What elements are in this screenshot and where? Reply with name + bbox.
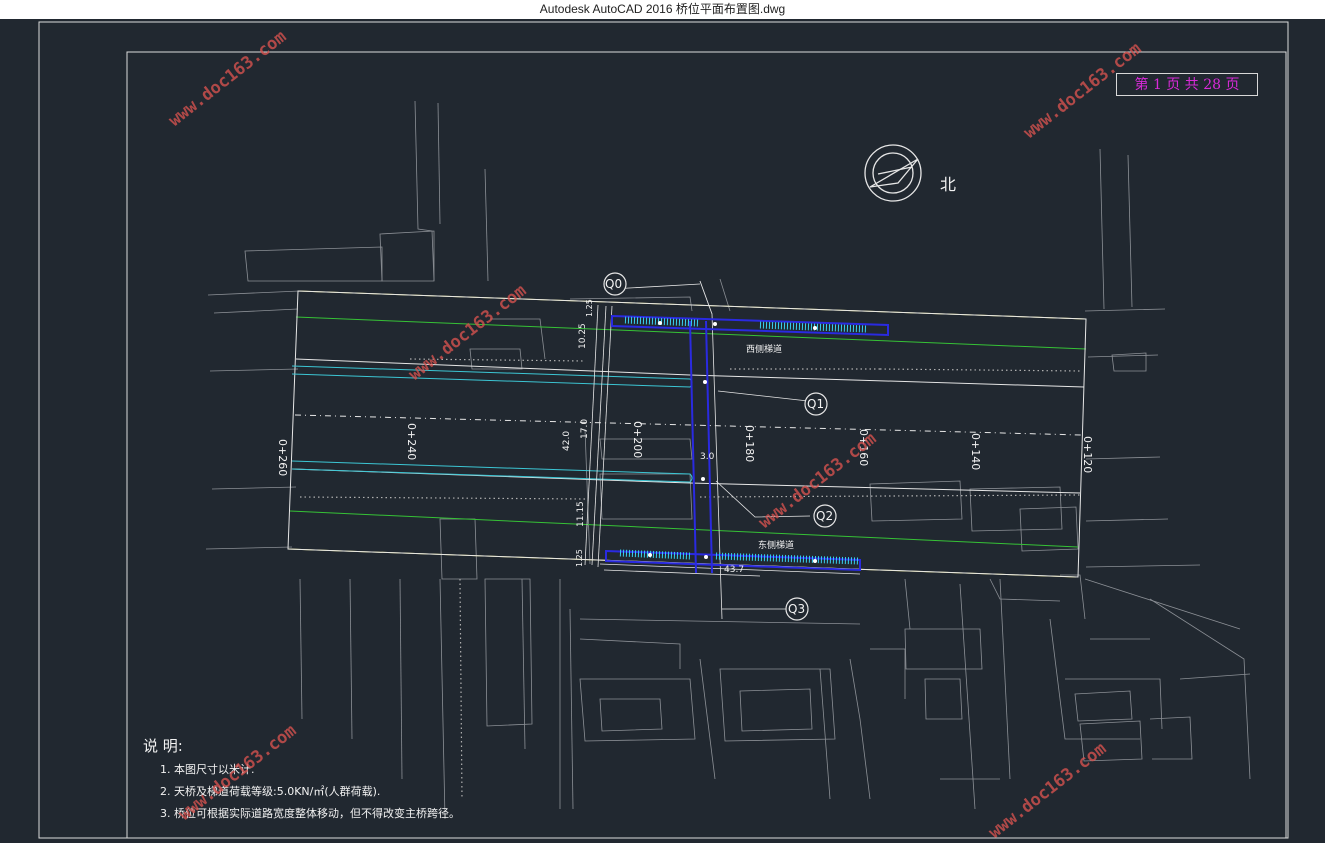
window-title: Autodesk AutoCAD 2016 桥位平面布置图.dwg (539, 2, 786, 16)
outer-frame (38, 21, 1289, 839)
dim-left-3: 17.0 (580, 418, 590, 439)
callout-q2: Q2 (816, 509, 834, 523)
north-arrow-icon (864, 144, 922, 202)
station-label: 0+120 (1081, 436, 1094, 474)
west-stair-label: 西侧梯道 (746, 345, 783, 355)
stair-nodes (648, 321, 817, 563)
drawing-canvas[interactable]: Q0 Q1 Q2 Q3 西侧梯道 东侧梯道 43.7 3.0 10.25 42.… (0, 19, 1325, 843)
callout-q3: Q3 (788, 602, 806, 616)
dim-left-2: 42.0 (562, 430, 572, 451)
dim-width: 43.7 (724, 565, 745, 575)
dim-center: 3.0 (700, 452, 715, 462)
page-indicator: 第 1 页 共 28 页 (1116, 73, 1258, 96)
station-label: 0+200 (631, 421, 644, 459)
callout-q1: Q1 (807, 397, 825, 411)
dim-left-4: 11.15 (576, 501, 586, 527)
station-label: 0+260 (276, 439, 289, 477)
notes-heading: 说 明: (143, 737, 183, 755)
east-stair-label: 东侧梯道 (758, 541, 795, 551)
dim-left-1: 10.25 (578, 323, 588, 349)
north-label: 北 (940, 175, 957, 194)
station-label: 0+140 (969, 433, 982, 471)
window-title-bar: Autodesk AutoCAD 2016 桥位平面布置图.dwg (0, 0, 1325, 19)
dim-top: 1.25 (585, 299, 594, 317)
cad-drawing[interactable] (0, 19, 1325, 839)
station-label: 0+240 (405, 423, 418, 461)
callout-q0: Q0 (605, 277, 623, 291)
station-label: 0+180 (743, 425, 756, 463)
dim-bottom: 1.25 (575, 549, 584, 567)
